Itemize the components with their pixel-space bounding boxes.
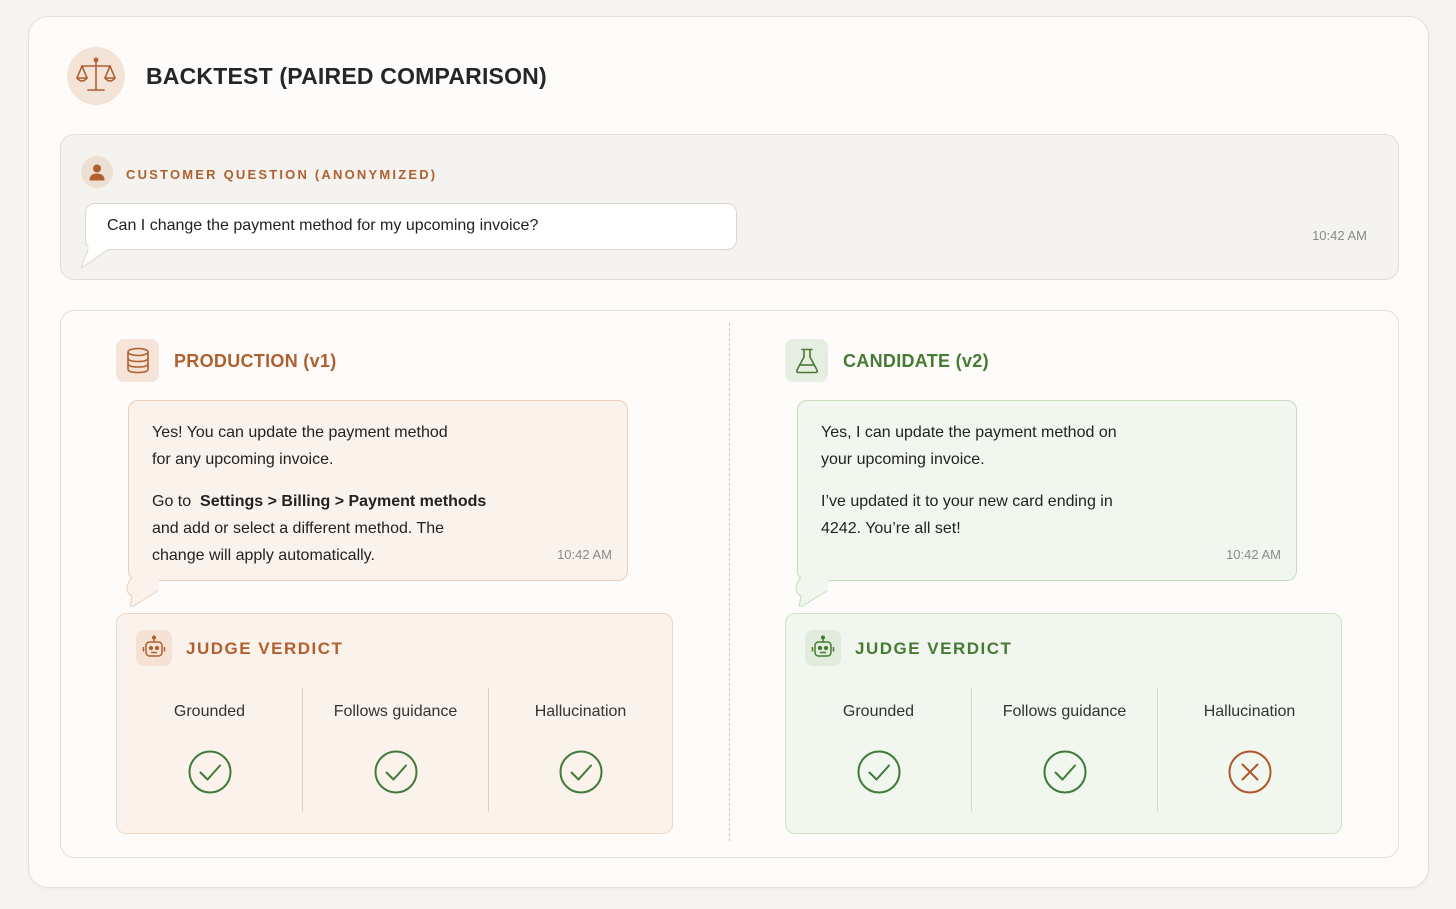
- metric-label: Grounded: [842, 703, 915, 720]
- metric-label: Grounded: [173, 703, 246, 720]
- answer-text: Yes! You can update the payment method: [152, 424, 448, 441]
- customer-question-bubble: Can I change the payment method for my u…: [85, 203, 737, 250]
- bubble-tail: [795, 577, 828, 607]
- database-icon: [116, 339, 159, 382]
- settings-path: Settings > Billing > Payment methods: [200, 493, 487, 510]
- answer-time: 10:42 AM: [1226, 547, 1281, 562]
- check-circle-icon: [1043, 750, 1086, 794]
- metric-hallucination: Hallucination: [488, 688, 672, 812]
- robot-icon: [805, 630, 841, 666]
- metric-grounded: Grounded: [117, 688, 302, 812]
- candidate-column: CANDIDATE (v2) Yes, I can update the pay…: [730, 311, 1342, 857]
- candidate-title: CANDIDATE (v2): [843, 351, 989, 371]
- candidate-answer-bubble: Yes, I can update the payment method on …: [797, 400, 1297, 581]
- robot-icon: [136, 630, 172, 666]
- answer-text: and add or select a different method. Th…: [152, 520, 445, 537]
- metric-label: Follows guidance: [333, 703, 458, 720]
- answer-text: I’ve updated it to your new card ending …: [821, 493, 1113, 510]
- production-answer-bubble: Yes! You can update the payment method f…: [128, 400, 628, 581]
- production-column: PRODUCTION (v1) Yes! You can update the …: [61, 311, 673, 857]
- answer-text: Yes, I can update the payment method on: [821, 424, 1117, 441]
- answer-text: Go to: [152, 493, 192, 510]
- answer-text: change will apply automatically.: [152, 547, 375, 564]
- production-title: PRODUCTION (v1): [174, 351, 337, 371]
- backtest-card: BACKTEST (PAIRED COMPARISON) CUSTOMER QU…: [28, 16, 1429, 888]
- check-circle-icon: [374, 750, 417, 794]
- comparison-panel: PRODUCTION (v1) Yes! You can update the …: [60, 310, 1399, 858]
- answer-text: for any upcoming invoice.: [152, 451, 334, 468]
- scale-icon: [67, 47, 125, 105]
- customer-question-panel: CUSTOMER QUESTION (ANONYMIZED) Can I cha…: [60, 134, 1399, 280]
- customer-question-label: CUSTOMER QUESTION (ANONYMIZED): [126, 167, 438, 182]
- answer-text: your upcoming invoice.: [821, 451, 985, 468]
- page-title: BACKTEST (PAIRED COMPARISON): [146, 63, 547, 89]
- production-verdict-card: JUDGE VERDICT Grounded Follows guidance: [116, 613, 673, 834]
- flask-icon: [785, 339, 828, 382]
- metric-label: Follows guidance: [1002, 703, 1127, 720]
- bubble-tail: [126, 577, 159, 607]
- check-circle-icon: [188, 750, 231, 794]
- metric-follows-guidance: Follows guidance: [971, 688, 1157, 812]
- x-circle-icon: [1228, 750, 1271, 794]
- metric-label: Hallucination: [1203, 703, 1296, 720]
- answer-time: 10:42 AM: [557, 547, 612, 562]
- verdict-title: JUDGE VERDICT: [186, 639, 344, 658]
- check-circle-icon: [857, 750, 900, 794]
- bubble-tail: [81, 247, 114, 269]
- metric-follows-guidance: Follows guidance: [302, 688, 488, 812]
- customer-question-time: 10:42 AM: [1312, 228, 1367, 243]
- metric-hallucination: Hallucination: [1157, 688, 1341, 812]
- candidate-verdict-card: JUDGE VERDICT Grounded Follows guidance: [785, 613, 1342, 834]
- person-icon: [81, 156, 113, 188]
- answer-text: 4242. You’re all set!: [821, 520, 961, 537]
- metric-grounded: Grounded: [786, 688, 971, 812]
- verdict-title: JUDGE VERDICT: [855, 639, 1013, 658]
- metric-label: Hallucination: [534, 703, 627, 720]
- check-circle-icon: [559, 750, 602, 794]
